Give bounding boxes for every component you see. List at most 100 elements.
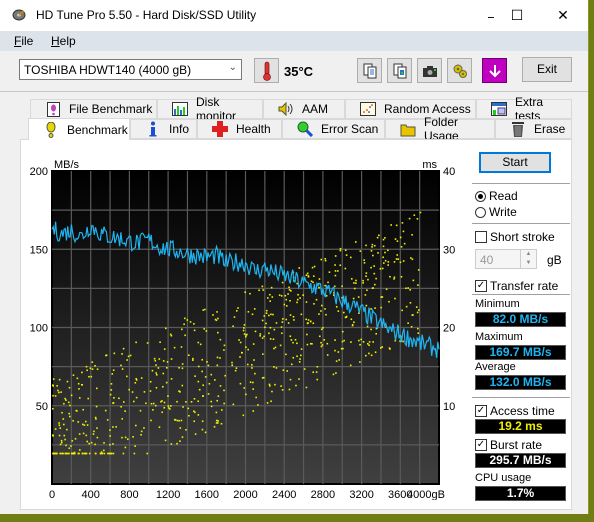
access-time-point [143, 391, 146, 393]
exit-button[interactable]: Exit [522, 57, 572, 82]
tab-folder-usage[interactable]: Folder Usage [385, 115, 495, 143]
access-time-point [305, 301, 308, 303]
transfer-rate-check[interactable]: ✓ [475, 280, 487, 292]
access-time-point [110, 452, 113, 455]
access-time-point [162, 360, 165, 362]
access-time-point [264, 326, 266, 329]
access-time-point [354, 287, 356, 290]
drive-select[interactable]: TOSHIBA HDWT140 (4000 gB) ⌄ [19, 59, 242, 80]
access-time-point [110, 389, 113, 391]
access-time-point [324, 258, 327, 260]
access-time-point [126, 375, 128, 378]
access-time-point [273, 366, 275, 368]
short-stroke-spinner[interactable]: 40 ▲ ▼ [475, 249, 537, 269]
save-button[interactable] [482, 58, 507, 83]
burst-rate-checkbox[interactable]: ✓ Burst rate [475, 438, 542, 452]
tab-info[interactable]: Info [130, 119, 197, 139]
access-time-point [252, 388, 255, 390]
read-radio[interactable]: Read [475, 189, 518, 203]
access-time-point [198, 388, 201, 391]
access-time-point [270, 313, 272, 316]
access-time-point [359, 361, 361, 363]
tab-error-scan[interactable]: Error Scan [282, 119, 385, 139]
access-time-point [167, 407, 170, 409]
access-time-point [283, 303, 286, 306]
tab-disk-monitor[interactable]: Disk monitor [157, 95, 263, 123]
access-time-point [155, 372, 157, 374]
access-time-point [280, 295, 283, 297]
access-time-point [395, 258, 398, 260]
close-button[interactable]: ✕ [540, 0, 586, 31]
spinner-arrows-icon[interactable]: ▲ ▼ [520, 250, 536, 268]
short-stroke-value: 40 [480, 253, 494, 267]
access-time-point [294, 338, 297, 341]
access-time-point [207, 393, 210, 395]
write-radio[interactable]: Write [475, 205, 517, 219]
x-tick-label: 2400 [272, 489, 296, 500]
access-time-point [201, 428, 204, 431]
access-time-checkbox[interactable]: ✓ Access time [475, 404, 555, 418]
tab-erase[interactable]: Erase [495, 119, 572, 139]
access-time-point [363, 262, 366, 264]
start-button[interactable]: Start [479, 152, 551, 173]
options-button[interactable] [447, 58, 472, 83]
access-time-point [321, 344, 324, 346]
access-time-point [266, 297, 269, 299]
access-time-point [339, 249, 342, 252]
access-time-point [215, 411, 218, 414]
access-time-point [112, 402, 114, 405]
menu-help[interactable]: Help [51, 34, 76, 48]
copy-text-button[interactable] [357, 58, 382, 83]
access-time-point [188, 414, 190, 417]
menu-file[interactable]: File [14, 34, 33, 48]
short-stroke-check[interactable] [475, 231, 487, 243]
access-time-point [146, 342, 149, 344]
access-time-point [269, 326, 272, 329]
access-time-check[interactable]: ✓ [475, 405, 487, 417]
access-time-point [233, 316, 236, 318]
tab-file-benchmark[interactable]: File Benchmark [30, 99, 157, 119]
transfer-rate-checkbox[interactable]: ✓ Transfer rate [475, 279, 558, 293]
tab-aam[interactable]: AAM [263, 99, 345, 119]
access-time-point [345, 254, 348, 256]
access-time-point [281, 321, 284, 323]
copy-image-button[interactable] [387, 58, 412, 83]
y-right-tick-label: 20 [443, 323, 455, 335]
access-time-point [271, 296, 274, 298]
read-radio-indicator[interactable] [475, 190, 486, 202]
info-icon [145, 121, 161, 137]
toolbar: TOSHIBA HDWT140 (4000 gB) ⌄ 35°C [0, 51, 588, 92]
access-time-point [286, 370, 289, 372]
access-time-point [193, 323, 195, 325]
menu-file-label: ile [21, 34, 34, 48]
write-radio-indicator[interactable] [475, 206, 486, 218]
screenshot-button[interactable] [417, 58, 442, 83]
access-time-point [289, 314, 292, 316]
access-time-point [115, 426, 117, 428]
health-cross-icon [212, 121, 228, 137]
tab-health[interactable]: Health [197, 119, 282, 139]
access-time-point [417, 284, 419, 286]
access-time-point [394, 238, 397, 240]
burst-rate-check[interactable]: ✓ [475, 439, 487, 451]
access-time-point [92, 433, 95, 435]
access-time-point [52, 434, 54, 436]
burst-rate-value: 295.7 MB/s [475, 453, 566, 468]
access-time-point [272, 313, 274, 316]
x-tick-label: 0 [49, 489, 55, 500]
short-stroke-checkbox[interactable]: Short stroke [475, 230, 555, 244]
access-time-point [332, 373, 335, 376]
access-time-point [305, 386, 308, 389]
access-time-point [359, 250, 362, 252]
access-time-point [377, 252, 379, 254]
tab-benchmark[interactable]: Benchmark [28, 118, 130, 140]
access-time-point [78, 397, 81, 399]
temperature-button[interactable] [254, 58, 279, 83]
access-time-point [232, 403, 235, 406]
tab-health-label: Health [236, 122, 271, 136]
access-time-point [367, 278, 369, 281]
access-time-point [374, 351, 377, 354]
write-radio-label: Write [489, 205, 517, 219]
access-time-point [122, 401, 125, 403]
maximize-button[interactable]: ☐ [494, 0, 540, 31]
